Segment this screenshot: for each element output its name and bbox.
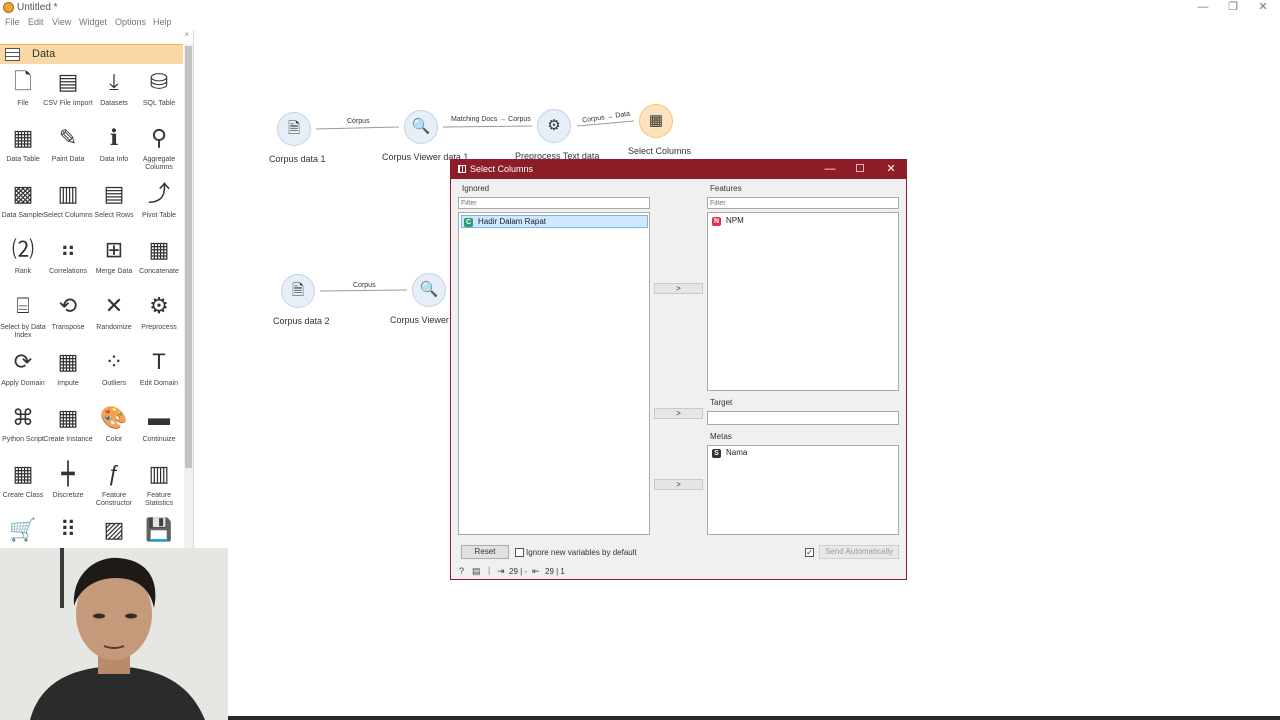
reset-button[interactable]: Reset bbox=[461, 545, 509, 559]
send-automatically-checkbox[interactable]: ✓ bbox=[805, 548, 814, 557]
list-item[interactable]: N NPM bbox=[710, 215, 897, 228]
help-icon[interactable]: ? bbox=[459, 566, 464, 576]
report-icon[interactable]: ▤ bbox=[472, 566, 481, 577]
ignored-label: Ignored bbox=[462, 184, 490, 193]
node-preprocess-text[interactable]: ⚙ bbox=[534, 106, 574, 146]
variable-name: NPM bbox=[726, 216, 744, 225]
app-window: Untitled * — ❐ ✕ File Edit View Widget O… bbox=[0, 0, 1280, 720]
node-corpus-data-2[interactable]: 🗎 bbox=[278, 271, 318, 311]
ignored-filter-input[interactable] bbox=[458, 197, 650, 209]
node-label: Corpus Viewer d bbox=[390, 315, 457, 325]
send-button[interactable]: Send Automatically bbox=[819, 545, 899, 559]
metas-list[interactable]: S Nama bbox=[707, 445, 899, 535]
select-columns-dialog: Select Columns — ☐ ✕ Ignored C Hadir Dal… bbox=[450, 159, 907, 580]
metas-label: Metas bbox=[710, 432, 732, 441]
select-columns-icon: ▦ bbox=[648, 112, 664, 129]
features-filter-input[interactable] bbox=[707, 197, 899, 209]
list-item[interactable]: S Nama bbox=[710, 447, 897, 460]
variable-name: Hadir Dalam Rapat bbox=[478, 217, 547, 226]
taskbar-edge bbox=[228, 716, 1280, 720]
ignore-new-variables-label: Ignore new variables by default bbox=[526, 548, 637, 557]
move-to-features-button[interactable]: > bbox=[654, 283, 703, 294]
select-columns-icon bbox=[458, 165, 466, 173]
dialog-title-bar[interactable]: Select Columns — ☐ ✕ bbox=[451, 160, 906, 179]
separator: | bbox=[488, 565, 491, 575]
link-label: Matching Docs → Corpus bbox=[451, 116, 531, 123]
corpus-icon: 🗎 bbox=[291, 282, 305, 299]
node-select-columns[interactable]: ▦ bbox=[636, 101, 676, 141]
output-summary: 29 | 1 bbox=[545, 567, 565, 576]
node-corpus-data-1[interactable]: 🗎 bbox=[274, 109, 314, 149]
input-icon: ⇥ bbox=[497, 566, 505, 576]
node-label: Corpus data 1 bbox=[269, 154, 326, 164]
link-line[interactable] bbox=[319, 289, 408, 292]
link-label: Corpus bbox=[347, 118, 370, 125]
node-corpus-viewer-2[interactable]: 🔍 bbox=[409, 270, 449, 310]
categorical-variable-icon: C bbox=[464, 218, 473, 227]
corpus-icon: 🗎 bbox=[287, 120, 301, 137]
link-line[interactable] bbox=[442, 125, 533, 128]
string-variable-icon: S bbox=[712, 449, 721, 458]
ignore-new-variables-checkbox[interactable] bbox=[515, 548, 524, 557]
dialog-close-button[interactable]: ✕ bbox=[878, 162, 904, 177]
list-item[interactable]: C Hadir Dalam Rapat bbox=[461, 215, 648, 228]
variable-name: Nama bbox=[726, 448, 748, 457]
presenter-portrait bbox=[0, 548, 228, 720]
webcam-overlay bbox=[0, 548, 228, 720]
features-list[interactable]: N NPM bbox=[707, 212, 899, 391]
node-label: Select Columns bbox=[628, 146, 692, 156]
dialog-title: Select Columns bbox=[470, 164, 534, 174]
node-corpus-viewer-1[interactable]: 🔍 bbox=[401, 107, 441, 147]
numeric-variable-icon: N bbox=[712, 217, 721, 226]
target-list[interactable] bbox=[707, 411, 899, 425]
features-label: Features bbox=[710, 184, 742, 193]
target-label: Target bbox=[710, 398, 733, 407]
input-summary: 29 | - bbox=[509, 567, 528, 576]
output-icon: ⇤ bbox=[532, 566, 540, 576]
magnifier-document-icon: 🔍 bbox=[419, 281, 439, 298]
link-line[interactable] bbox=[315, 126, 400, 130]
move-to-metas-button[interactable]: > bbox=[654, 479, 703, 490]
gears-icon: ⚙ bbox=[547, 117, 561, 134]
link-label: Corpus bbox=[353, 282, 376, 289]
node-label: Corpus data 2 bbox=[273, 316, 330, 326]
ignored-list[interactable]: C Hadir Dalam Rapat bbox=[458, 212, 650, 535]
magnifier-document-icon: 🔍 bbox=[411, 118, 431, 135]
move-to-target-button[interactable]: > bbox=[654, 408, 703, 419]
dialog-minimize-button[interactable]: — bbox=[817, 162, 843, 177]
dialog-maximize-button[interactable]: ☐ bbox=[847, 162, 873, 177]
